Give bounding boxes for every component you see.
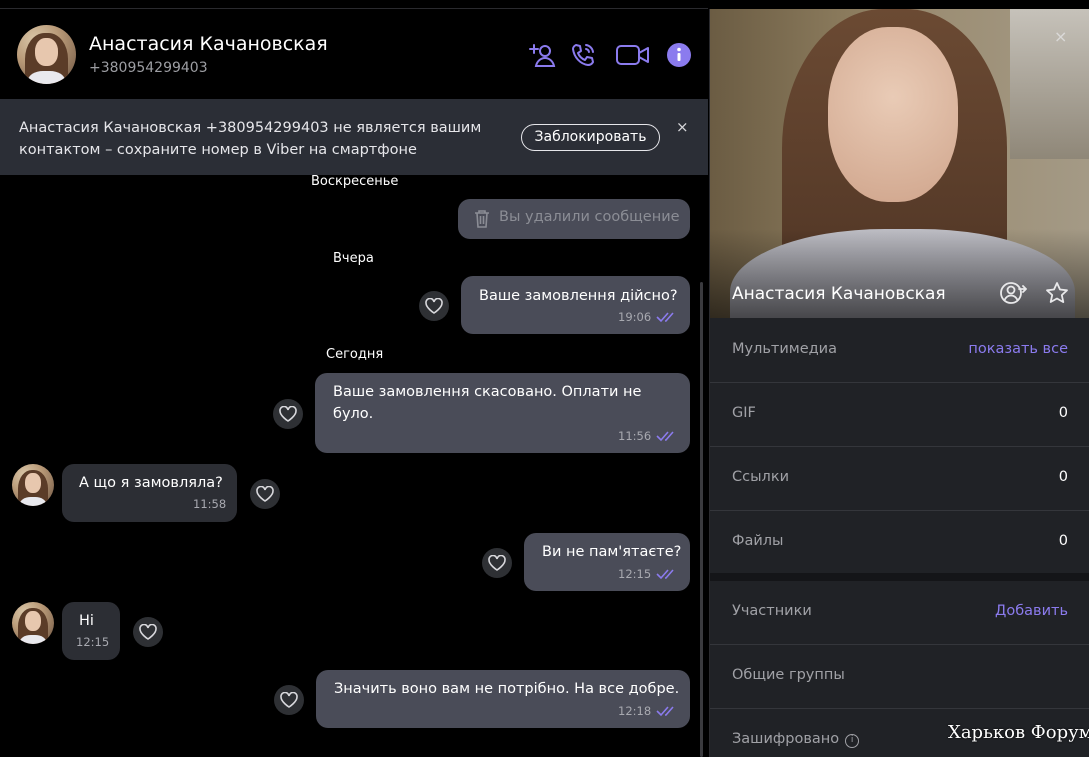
heart-icon[interactable] <box>133 617 163 647</box>
date-separator: Воскресенье <box>311 174 399 189</box>
gif-row[interactable]: GIF 0 <box>710 383 1089 447</box>
message-text: Ні <box>79 613 94 629</box>
message-time: 19:06 <box>618 310 652 324</box>
read-ticks-icon <box>656 431 674 442</box>
add-contact-icon[interactable] <box>528 41 558 69</box>
media-row[interactable]: Мультимедиа показать все <box>710 319 1089 383</box>
trash-icon <box>475 210 489 228</box>
message-time: 12:15 <box>618 567 652 581</box>
message-time: 12:15 <box>76 635 110 649</box>
contact-phone: +380954299403 <box>89 60 208 76</box>
block-button[interactable]: Заблокировать <box>521 124 660 151</box>
common-groups-label: Общие группы <box>732 667 845 683</box>
heart-icon[interactable] <box>482 548 512 578</box>
chat-scrollbar[interactable] <box>700 282 703 757</box>
video-call-icon[interactable] <box>615 41 651 69</box>
info-icon[interactable] <box>664 41 694 69</box>
files-label: Файлы <box>732 533 784 549</box>
call-icon[interactable] <box>569 41 599 69</box>
message-time: 11:56 <box>618 429 652 443</box>
heart-icon[interactable] <box>274 685 304 715</box>
deleted-message[interactable]: Вы удалили сообщение <box>458 199 690 239</box>
message-bubble[interactable]: Значить воно вам не потрібно. На все доб… <box>316 670 690 728</box>
message-bubble[interactable]: Ваше замовлення скасовано. Оплати не бул… <box>315 373 690 453</box>
contact-info-pane: × Анастасия Качановская Мультимедиа пока… <box>709 9 1089 757</box>
heart-icon[interactable] <box>273 399 303 429</box>
add-participant-link[interactable]: Добавить <box>995 603 1068 619</box>
participants-label: Участники <box>732 603 812 619</box>
message-text: Значить воно вам не потрібно. На все доб… <box>334 681 680 697</box>
message-text: А що я замовляла? <box>79 475 223 491</box>
read-ticks-icon <box>656 706 674 717</box>
show-all-link[interactable]: показать все <box>968 341 1068 357</box>
section-separator <box>710 573 1089 581</box>
message-bubble[interactable]: Ні 12:15 <box>62 602 120 660</box>
gif-count: 0 <box>1058 405 1068 421</box>
encrypted-text: Зашифровано <box>732 731 840 747</box>
star-icon[interactable] <box>1043 279 1071 307</box>
contact-photo[interactable]: × Анастасия Качановская <box>710 9 1089 318</box>
files-row[interactable]: Файлы 0 <box>710 511 1089 575</box>
contact-avatar[interactable] <box>17 25 76 84</box>
encrypted-label: Зашифровано i <box>732 731 860 748</box>
chat-header: Анастасия Качановская +380954299403 <box>0 9 708 99</box>
links-row[interactable]: Ссылки 0 <box>710 447 1089 511</box>
links-count: 0 <box>1058 469 1068 485</box>
message-text: Ви не пам'ятаєте? <box>542 544 682 560</box>
gif-label: GIF <box>732 405 756 421</box>
notice-text: Анастасия Качановская +380954299403 не я… <box>19 120 482 158</box>
contact-name[interactable]: Анастасия Качановская <box>89 33 328 55</box>
files-count: 0 <box>1058 533 1068 549</box>
message-text-line2: було. <box>333 406 374 422</box>
date-separator: Вчера <box>333 251 374 266</box>
info-contact-name: Анастасия Качановская <box>732 284 946 304</box>
read-ticks-icon <box>656 312 674 323</box>
participants-row[interactable]: Участники Добавить <box>710 581 1089 645</box>
sender-avatar[interactable] <box>12 602 54 644</box>
sender-avatar[interactable] <box>12 464 54 506</box>
read-ticks-icon <box>656 569 674 580</box>
share-contact-icon[interactable] <box>999 279 1027 307</box>
heart-icon[interactable] <box>250 479 280 509</box>
media-label: Мультимедиа <box>732 341 837 357</box>
unknown-contact-notice: Анастасия Качановская +380954299403 не я… <box>0 99 708 175</box>
message-bubble[interactable]: А що я замовляла? 11:58 <box>62 464 237 522</box>
message-time: 12:18 <box>618 704 652 718</box>
message-text-line1: Ваше замовлення скасовано. Оплати не <box>333 384 642 400</box>
message-bubble[interactable]: Ви не пам'ятаєте? 12:15 <box>524 533 690 591</box>
date-separator: Сегодня <box>326 347 384 362</box>
message-time: 11:58 <box>193 497 227 511</box>
heart-icon[interactable] <box>419 291 449 321</box>
deleted-message-text: Вы удалили сообщение <box>499 209 680 225</box>
message-text: Ваше замовлення дійсно? <box>479 288 678 304</box>
watermark: Харьков Форум <box>948 722 1089 743</box>
close-icon[interactable]: × <box>1054 27 1067 46</box>
info-circle-icon[interactable]: i <box>845 734 860 748</box>
chat-pane: Анастасия Качановская +380954299403 Анас… <box>0 0 708 757</box>
links-label: Ссылки <box>732 469 789 485</box>
close-icon[interactable]: × <box>676 118 689 136</box>
message-bubble[interactable]: Ваше замовлення дійсно? 19:06 <box>461 276 690 334</box>
common-groups-row[interactable]: Общие группы <box>710 645 1089 709</box>
